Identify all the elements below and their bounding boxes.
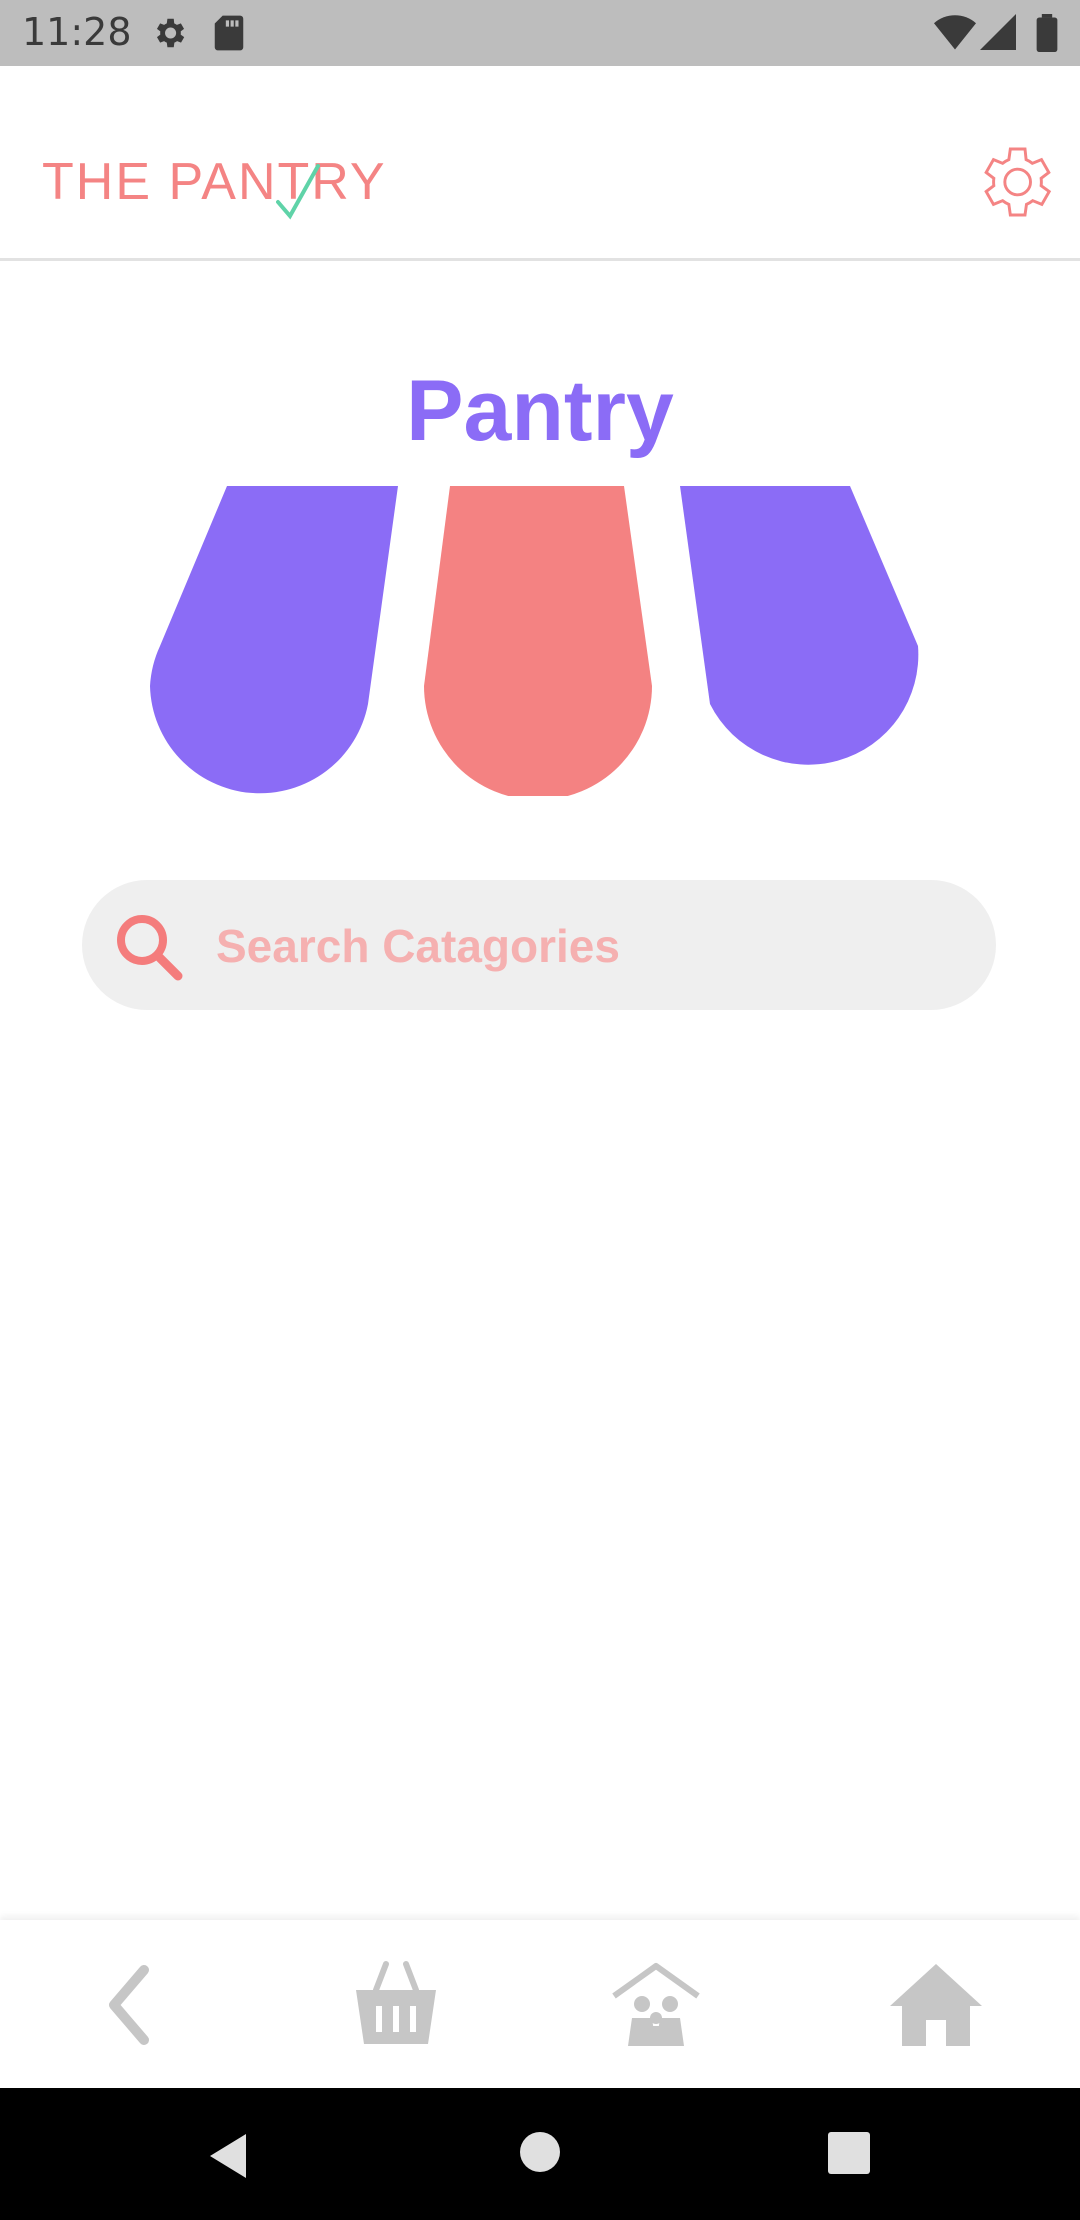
page-title: Pantry (406, 363, 674, 459)
system-home-icon[interactable] (518, 2130, 562, 2179)
nav-back-button[interactable] (76, 1960, 176, 2050)
gear-icon (970, 147, 1058, 230)
wifi-icon (934, 14, 976, 55)
basket-icon (346, 1961, 446, 2054)
awning-left-stripe (150, 486, 398, 794)
nav-home-button[interactable] (886, 1960, 986, 2050)
nav-basket-button[interactable] (346, 1960, 446, 2050)
status-time: 11:28 (22, 10, 132, 54)
signal-icon (980, 14, 1016, 55)
search-icon (114, 912, 186, 989)
settings-icon (150, 14, 188, 57)
bottom-navigation (0, 1920, 1080, 2088)
sd-card-icon (212, 14, 246, 57)
search-input[interactable] (214, 910, 958, 982)
settings-button[interactable] (970, 138, 1058, 226)
search-bar[interactable] (82, 880, 996, 1010)
awning-logo-graphic (150, 486, 930, 801)
home-icon (886, 1964, 986, 2054)
logo-text: THE PANTRY (42, 153, 387, 211)
logo-check-icon (276, 162, 322, 227)
awning-middle-stripe (424, 486, 652, 800)
battery-icon (1036, 14, 1058, 57)
nav-family-button[interactable] (606, 1960, 706, 2050)
system-navigation-bar (0, 2088, 1080, 2220)
app-bar: THE PANTRY (0, 66, 1080, 261)
status-bar: 11:28 (0, 0, 1080, 66)
system-back-icon[interactable] (206, 2132, 250, 2185)
system-recents-icon[interactable] (828, 2132, 870, 2179)
back-icon (76, 1965, 176, 2054)
family-home-icon (606, 1963, 706, 2054)
awning-right-stripe (680, 486, 919, 765)
app-logo: THE PANTRY (42, 152, 387, 212)
